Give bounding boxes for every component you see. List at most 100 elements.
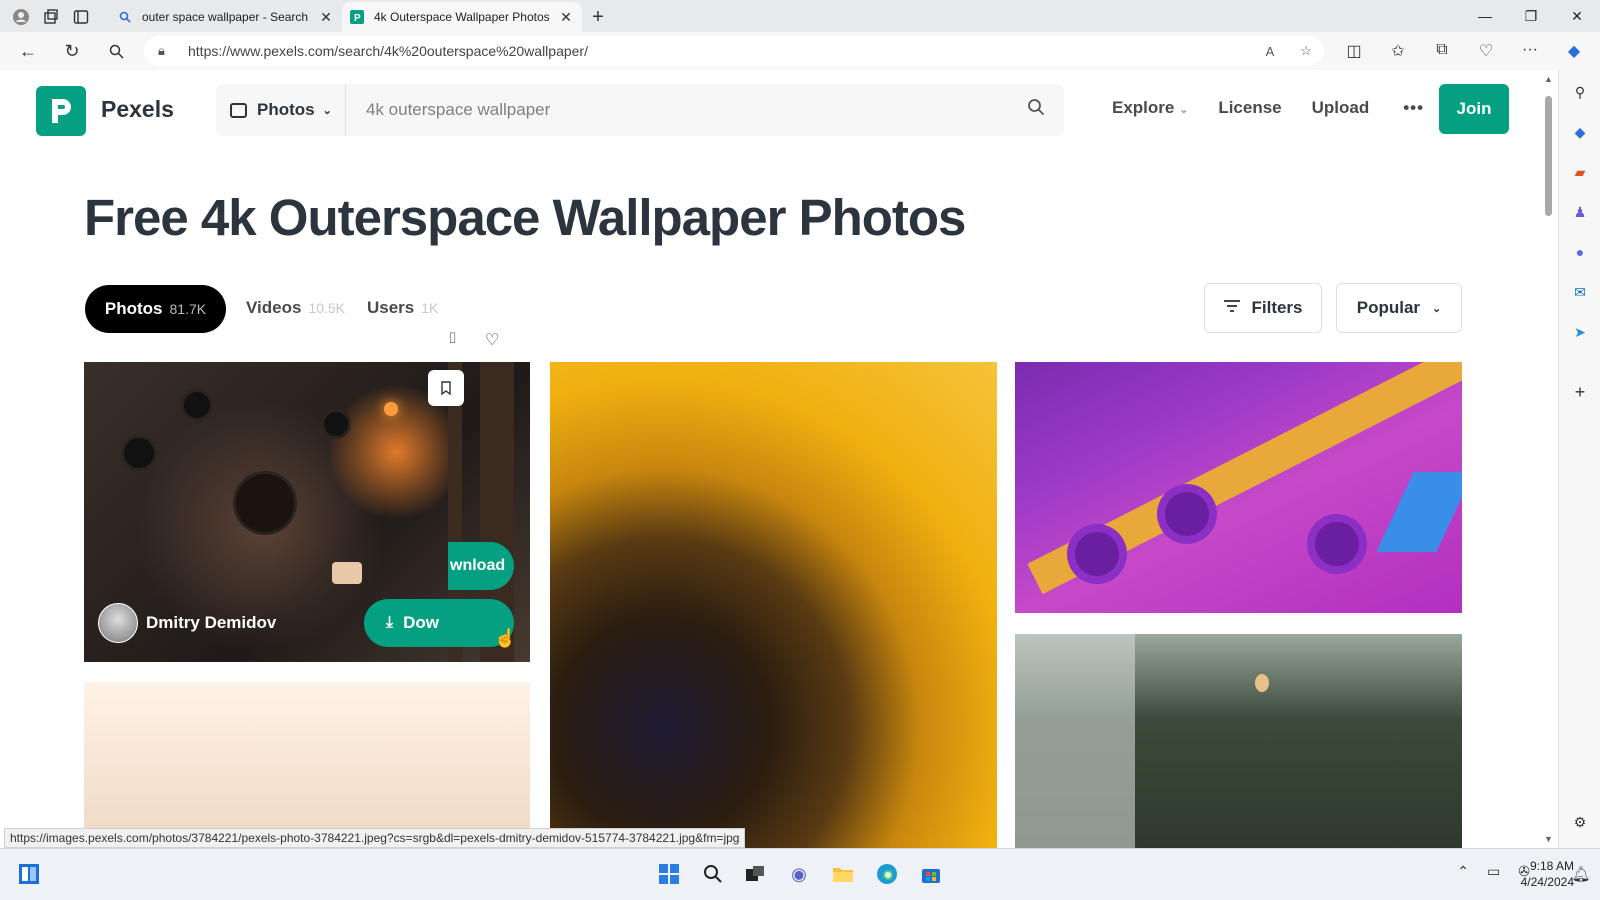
workspaces-icon[interactable]: [36, 2, 66, 32]
chevron-down-icon: ⌄: [1179, 104, 1189, 116]
new-tab-icon[interactable]: +: [582, 2, 614, 32]
notifications-bell-icon[interactable]: 🔔︎: [1568, 861, 1594, 887]
page-scrollbar[interactable]: ▲ ▼: [1540, 70, 1558, 848]
windows-taskbar: ◉ ⌃ ▭ ✇ 9:18 AM 4/24/2024 🔔︎: [0, 848, 1600, 900]
close-tab-icon[interactable]: ✕: [558, 9, 574, 26]
filters-button[interactable]: Filters: [1204, 283, 1322, 333]
scroll-up-icon[interactable]: ▲: [1544, 74, 1553, 84]
pexels-favicon-icon: P: [350, 10, 364, 24]
lock-icon[interactable]: 🔒︎: [158, 43, 178, 59]
heart-icon[interactable]: ♡: [485, 330, 499, 350]
refresh-icon[interactable]: ↻: [50, 32, 94, 70]
sort-dropdown[interactable]: Popular ⌄: [1336, 283, 1462, 333]
copilot-icon[interactable]: ◆: [1552, 41, 1596, 61]
bookmark-icon[interactable]: [428, 370, 464, 406]
chevron-down-icon: ⌄: [322, 104, 332, 117]
sidebar-search-icon[interactable]: ⚲: [1570, 82, 1590, 102]
photo-trees-building[interactable]: [1015, 634, 1462, 848]
scroll-down-icon[interactable]: ▼: [1544, 834, 1553, 844]
teams-chat-icon[interactable]: ◉: [786, 861, 812, 887]
scroll-thumb[interactable]: [1545, 96, 1552, 216]
mixer-light: [384, 402, 398, 416]
more-options-icon[interactable]: •••: [1403, 98, 1424, 118]
tab-users[interactable]: Users 1K: [367, 298, 438, 318]
profile-icon[interactable]: [6, 2, 36, 32]
tab-actions-icon[interactable]: [66, 2, 96, 32]
join-button[interactable]: Join: [1439, 84, 1509, 134]
favorites-icon[interactable]: ✩: [1376, 41, 1420, 61]
status-bar-url: https://images.pexels.com/photos/3784221…: [4, 828, 746, 848]
image-icon: [230, 102, 247, 118]
search-input[interactable]: [346, 84, 1008, 136]
edge-sidebar: ⚲ ◆ ▰ ♟ ● ✉ ➤ + ⚙: [1558, 70, 1600, 848]
photo-sunflower[interactable]: [550, 362, 997, 848]
tools-briefcase-icon[interactable]: ▰: [1570, 162, 1590, 182]
bookmark-icon[interactable]: ⌷: [448, 330, 457, 347]
close-window-icon[interactable]: ✕: [1554, 0, 1600, 32]
brand-name[interactable]: Pexels: [101, 96, 174, 123]
download-icon: ⤓: [386, 614, 394, 631]
file-explorer-icon[interactable]: [830, 861, 856, 887]
microsoft365-icon[interactable]: ●: [1570, 242, 1590, 262]
photo-purple-abstract[interactable]: [1015, 362, 1462, 613]
download-label: Dow: [403, 613, 439, 632]
nav-license[interactable]: License: [1218, 98, 1281, 118]
task-view-icon[interactable]: [742, 861, 768, 887]
favorite-star-icon[interactable]: ☆: [1288, 43, 1324, 59]
sidebar-settings-icon[interactable]: ⚙: [1570, 812, 1590, 832]
tab-pexels[interactable]: P 4k Outerspace Wallpaper Photos ✕: [342, 2, 582, 32]
games-icon[interactable]: ♟: [1570, 202, 1590, 222]
filters-label: Filters: [1251, 298, 1303, 317]
search-icon[interactable]: [1008, 98, 1064, 122]
address-bar-row: ← ↻ 🔒︎ https://www.pexels.com/search/4k%…: [0, 32, 1600, 70]
photographer-name: Dmitry Demidov: [146, 613, 277, 632]
mixer-knob: [184, 392, 210, 418]
collections-icon[interactable]: ⧉: [1420, 41, 1464, 61]
nav-upload[interactable]: Upload: [1312, 98, 1370, 118]
tab-photos[interactable]: Photos 81.7K: [85, 285, 226, 333]
add-sidebar-icon[interactable]: +: [1570, 382, 1590, 402]
edge-browser-icon[interactable]: [874, 861, 900, 887]
display-icon[interactable]: ▭: [1487, 863, 1500, 880]
pexels-page: Pexels Photos ⌄ Explore ⌄ License Upload…: [0, 70, 1540, 848]
back-icon[interactable]: ←: [6, 32, 50, 70]
show-hidden-icons-icon[interactable]: ⌃: [1457, 863, 1469, 880]
start-icon[interactable]: [656, 861, 682, 887]
photographer-link[interactable]: Dmitry Demidov: [98, 603, 276, 643]
minimize-icon[interactable]: —: [1462, 0, 1508, 32]
more-menu-icon[interactable]: ···: [1508, 41, 1552, 61]
clock-date: 4/24/2024: [1520, 875, 1574, 889]
outlook-icon[interactable]: ✉: [1570, 282, 1590, 302]
photo-light-bokeh[interactable]: [84, 682, 530, 848]
tab-label: Users: [367, 298, 415, 317]
split-screen-icon[interactable]: ◫: [1332, 41, 1376, 61]
download-button-ghost[interactable]: wnload: [448, 542, 514, 590]
taskbar-clock[interactable]: 9:18 AM 4/24/2024: [1521, 858, 1574, 890]
widgets-icon[interactable]: [16, 861, 42, 887]
close-tab-icon[interactable]: ✕: [318, 9, 334, 26]
system-tray: ⌃ ▭ ✇: [1457, 863, 1530, 880]
url-field[interactable]: 🔒︎ https://www.pexels.com/search/4k%20ou…: [144, 36, 1324, 66]
filter-icon: [1223, 299, 1241, 317]
restore-icon[interactable]: ❐: [1508, 0, 1554, 32]
taskbar-search-icon[interactable]: [700, 861, 726, 887]
search-type-dropdown[interactable]: Photos ⌄: [216, 84, 346, 136]
store-icon[interactable]: [918, 861, 944, 887]
search-icon: [118, 10, 132, 24]
download-button[interactable]: ⤓ Dow: [364, 599, 514, 647]
tab-count: 1K: [421, 300, 439, 316]
pexels-logo[interactable]: [36, 86, 86, 136]
avatar: [98, 603, 138, 643]
send-icon[interactable]: ➤: [1570, 322, 1590, 342]
search-icon[interactable]: [94, 32, 138, 70]
svg-text:P: P: [354, 13, 361, 24]
abstract-ring: [1315, 522, 1359, 566]
nav-explore[interactable]: Explore ⌄: [1112, 98, 1188, 118]
tab-videos[interactable]: Videos 10.5K: [246, 298, 345, 318]
read-aloud-icon[interactable]: A: [1252, 44, 1288, 59]
hand-cursor-icon: ☝: [494, 628, 517, 648]
extensions-icon[interactable]: ♡: [1464, 41, 1508, 61]
browser-tab-bar: outer space wallpaper - Search ✕ P 4k Ou…: [0, 0, 1600, 32]
tab-bing-search[interactable]: outer space wallpaper - Search ✕: [110, 2, 342, 32]
shopping-tag-icon[interactable]: ◆: [1570, 122, 1590, 142]
